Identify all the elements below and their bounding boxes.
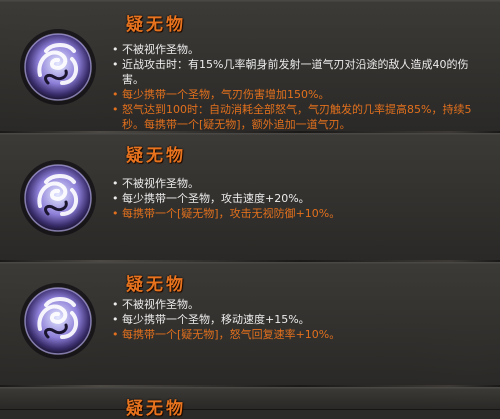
swirl-orb-icon	[20, 283, 96, 359]
desc-line: 不被视作圣物。	[112, 176, 476, 191]
desc-line: 每携带一个[疑无物]，攻击无视防御+10%。	[112, 206, 476, 221]
relic-title: 疑无物	[126, 275, 186, 295]
swirl-orb-icon	[20, 29, 96, 105]
relic-description: 不被视作圣物。 近战攻击时：有15%几率朝身前发射一道气刃对沿途的敌人造成40的…	[112, 42, 476, 132]
desc-line: 不被视作圣物。	[112, 42, 476, 57]
relic-card-4[interactable]: 疑无物	[0, 387, 500, 419]
desc-line: 每携带一个[疑无物]，怒气回复速率+10%。	[112, 327, 476, 342]
relic-description: 不被视作圣物。 每少携带一个圣物，移动速度+15%。 每携带一个[疑无物]，怒气…	[112, 297, 476, 342]
relic-card-3[interactable]: 疑无物 不被视作圣物。 每少携带一个圣物，移动速度+15%。 每携带一个[疑无物…	[0, 262, 500, 386]
relic-title: 疑无物	[126, 15, 186, 35]
desc-line: 每少携带一个圣物，气刃伤害增加150%。	[112, 87, 476, 102]
relic-card-1[interactable]: 疑无物 不被视作圣物。 近战攻击时：有15%几率朝身前发射一道气刃对沿途的敌人造…	[0, 0, 500, 132]
relic-title: 疑无物	[126, 399, 186, 419]
swirl-orb-icon	[20, 160, 96, 236]
desc-line: 怒气达到100时：自动消耗全部怒气，气刃触发的几率提高85%，持续5秒。每携带一…	[112, 102, 476, 132]
desc-line: 不被视作圣物。	[112, 297, 476, 312]
desc-line: 每少携带一个圣物，移动速度+15%。	[112, 312, 476, 327]
relic-description: 不被视作圣物。 每少携带一个圣物，攻击速度+20%。 每携带一个[疑无物]，攻击…	[112, 176, 476, 221]
relic-title: 疑无物	[126, 146, 186, 166]
desc-line: 每少携带一个圣物，攻击速度+20%。	[112, 191, 476, 206]
relic-card-2[interactable]: 疑无物 不被视作圣物。 每少携带一个圣物，攻击速度+20%。 每携带一个[疑无物…	[0, 133, 500, 261]
desc-line: 近战攻击时：有15%几率朝身前发射一道气刃对沿途的敌人造成40的伤害。	[112, 57, 476, 87]
